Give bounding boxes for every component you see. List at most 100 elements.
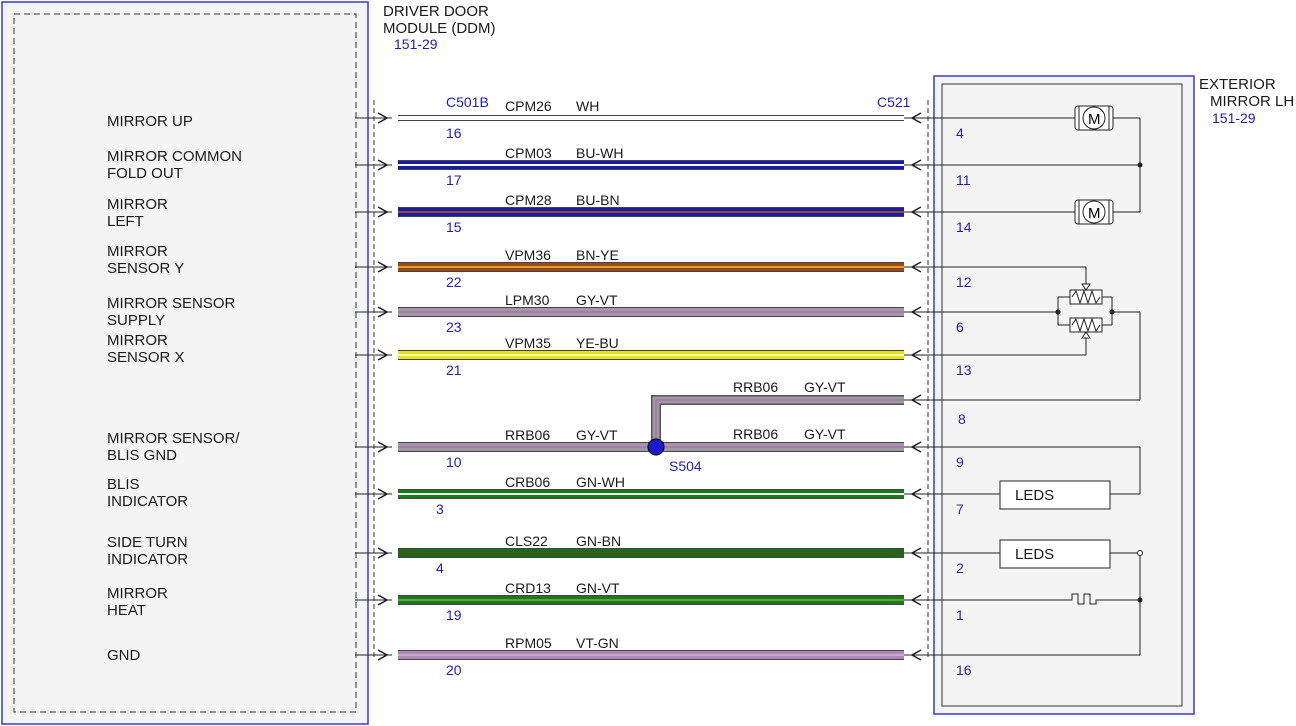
motor-left: M	[1074, 199, 1114, 225]
ddm-title-1: DRIVER DOOR	[383, 3, 489, 20]
wire-color-label: YE-BU	[576, 335, 619, 351]
ddm-pin-number: 22	[446, 274, 462, 290]
ddm-pin-number: 4	[436, 560, 444, 576]
wires-layer: CPM26 WH16 4CPM03 BU-WH17 11CPM28 BU-BN15 14VP…	[355, 98, 972, 678]
wire-circuit-label: CPM03	[505, 145, 552, 161]
branch-wire-color	[652, 396, 904, 447]
signal-label: INDICATOR	[107, 551, 188, 568]
wire-crb06: CRB06 GN-WH 3 7	[355, 474, 964, 517]
ddm-connector-label: C501B	[446, 94, 489, 110]
branch-wire	[651, 395, 904, 447]
signal-label: SENSOR Y	[107, 260, 184, 277]
ddm-pin-number: 3	[436, 501, 444, 517]
signal-label: MIRROR SENSOR/	[107, 430, 240, 447]
wire-color-label: BU-WH	[576, 145, 623, 161]
wire-circuit-label: CPM28	[505, 192, 552, 208]
signal-label: INDICATOR	[107, 493, 188, 510]
wire-cpm03: CPM03 BU-WH 17 11	[355, 145, 971, 188]
wire-vpm35: VPM35 YE-BU 21 13	[355, 335, 972, 378]
mirror-pin-number: 9	[956, 454, 964, 470]
signal-label: HEAT	[107, 602, 146, 619]
branch-wire-base	[651, 395, 904, 447]
wire-circuit-label: CLS22	[505, 533, 548, 549]
mirror-pin-number: 16	[956, 662, 972, 678]
mirror-ref: 151-29	[1212, 110, 1256, 126]
mirror-title-1: EXTERIOR	[1199, 76, 1276, 93]
signal-label: MIRROR	[107, 243, 168, 260]
signal-label: BLIS GND	[107, 447, 177, 464]
junction-11	[1137, 162, 1143, 168]
wire-color-label: VT-GN	[576, 635, 619, 651]
branch-stub	[904, 394, 930, 406]
wire-circuit-label: CPM26	[505, 98, 552, 114]
wire-color-label: WH	[576, 98, 599, 114]
signal-label: MIRROR SENSOR	[107, 295, 236, 312]
wire-color-label: GN-WH	[576, 474, 625, 490]
motor-left-label: M	[1088, 205, 1101, 222]
mirror-pin-number: 1	[956, 607, 964, 623]
ddm-pin-number: 19	[446, 607, 462, 623]
mirror-pin-number: 7	[956, 501, 964, 517]
ddm-pin-number: 20	[446, 662, 462, 678]
wire-circuit-label: VPM35	[505, 335, 551, 351]
ddm-frame	[1, 1, 369, 725]
wire-color-label: GN-BN	[576, 533, 621, 549]
splice-right-circuit: RRB06	[733, 426, 778, 442]
wire-circuit-label: RRB06	[505, 427, 550, 443]
ddm-pin-number: 23	[446, 319, 462, 335]
wire-circuit-label: RPM05	[505, 635, 552, 651]
splice-label: S504	[669, 458, 702, 474]
ddm-pin-number: 17	[446, 172, 462, 188]
branch-pin: 8	[958, 411, 966, 427]
mirror-inner	[941, 83, 1183, 707]
wire-cls22: CLS22 GN-BN 4 2	[355, 533, 964, 576]
mirror-pin-number: 11	[956, 172, 971, 188]
leds-blis-label: LEDS	[1015, 487, 1054, 504]
wire-rpm05: RPM05 VT-GN 20 16	[355, 635, 972, 678]
signal-label: SUPPLY	[107, 312, 165, 329]
signal-label: SENSOR X	[107, 349, 185, 366]
signal-label: LEFT	[107, 213, 144, 230]
signal-label: MIRROR COMMON	[107, 148, 242, 165]
wire-crd13: CRD13 GN-VT 19 1	[355, 580, 964, 623]
junction-6	[1055, 309, 1061, 315]
junction-pot-right	[1109, 309, 1115, 315]
mirror-pin-number: 12	[956, 274, 972, 290]
wire-color-label: GY-VT	[576, 292, 618, 308]
branch-circuit: RRB06	[733, 379, 778, 395]
branch-wire-stripe	[655, 399, 904, 447]
ddm-pin-number: 16	[446, 125, 462, 141]
wire-color-label: GY-VT	[576, 427, 618, 443]
ddm-pin-number: 21	[446, 362, 462, 378]
signal-label: GND	[107, 647, 141, 664]
wire-color-label: GN-VT	[576, 580, 620, 596]
mirror-connector-label: C521	[877, 94, 911, 110]
branch-color: GY-VT	[804, 379, 846, 395]
wire-vpm36: VPM36 BN-YE 22 12	[355, 247, 972, 290]
motor-up: M	[1074, 105, 1114, 131]
ddm-title-2: MODULE (DDM)	[383, 20, 496, 37]
wire-color-label: BU-BN	[576, 192, 620, 208]
mirror-pin-number: 13	[956, 362, 972, 378]
signal-label: MIRROR	[107, 585, 168, 602]
motor-up-label: M	[1088, 111, 1101, 128]
wire-circuit-label: CRB06	[505, 474, 550, 490]
signal-label: BLIS	[107, 476, 140, 493]
signal-label: MIRROR	[107, 196, 168, 213]
splice-dot	[647, 438, 665, 456]
mirror-title-2: MIRROR LH	[1210, 93, 1294, 110]
signal-label: MIRROR UP	[107, 113, 193, 130]
wire-circuit-label: CRD13	[505, 580, 551, 596]
mirror-pin-number: 4	[956, 125, 964, 141]
wire-lpm30: LPM30 GY-VT 23 6	[355, 292, 964, 335]
junction-2	[1137, 550, 1143, 556]
mirror-pin-number: 2	[956, 560, 964, 576]
leds-turn-label: LEDS	[1015, 546, 1054, 563]
mirror-pin-number: 6	[956, 319, 964, 335]
mirror-pin-number: 14	[956, 219, 972, 235]
splice-right-color: GY-VT	[804, 426, 846, 442]
junction-1	[1137, 597, 1143, 603]
signal-label: MIRROR	[107, 332, 168, 349]
signal-label: FOLD OUT	[107, 165, 183, 182]
ddm-pin-number: 10	[446, 454, 462, 470]
